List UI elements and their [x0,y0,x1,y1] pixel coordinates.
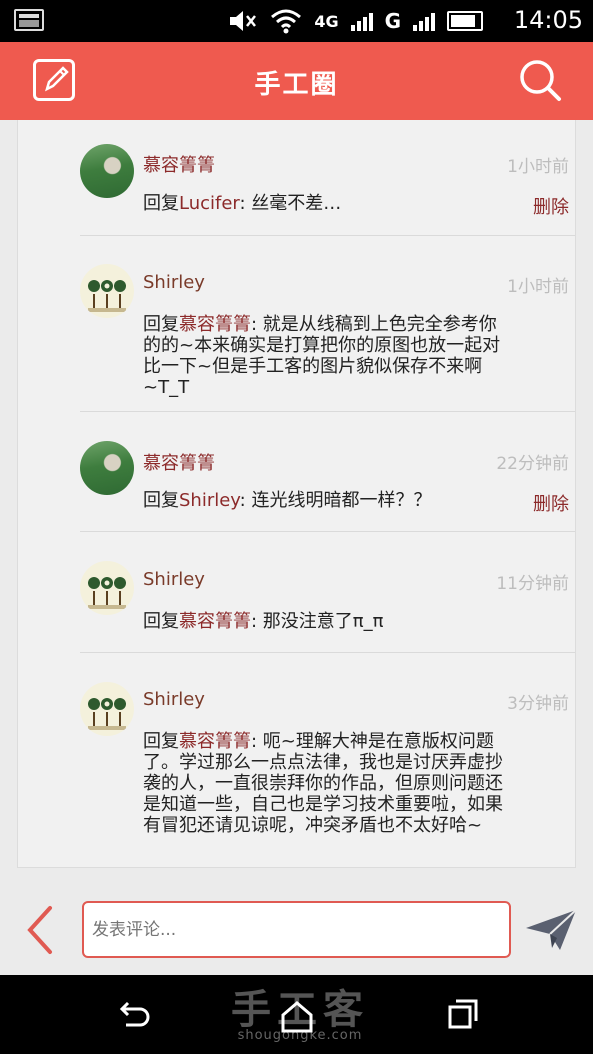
comment-body: : 丝毫不差… [239,193,342,214]
nav-back-button[interactable] [114,997,154,1037]
wifi-icon [270,8,302,34]
comment-time: 1小时前 [507,157,569,177]
send-button[interactable] [524,908,578,952]
divider [80,411,575,412]
avatar[interactable] [80,441,134,495]
reply-prefix: 回复 [143,193,179,214]
divider [80,531,575,532]
status-time: 14:05 [513,6,583,34]
reply-mention[interactable]: 慕容箐箐 [179,611,251,632]
reply-prefix: 回复 [143,314,179,335]
comment-body: : 连光线明暗都一样？？ [239,490,432,511]
battery-icon [447,11,483,31]
reply-prefix: 回复 [143,611,179,632]
nav-recents-button[interactable] [444,997,484,1037]
page-title: 手工圈 [254,70,339,100]
comment-username[interactable]: Shirley [143,272,205,293]
comment-time: 22分钟前 [496,454,569,474]
comment-time: 3分钟前 [507,694,569,714]
avatar[interactable] [80,264,134,318]
reply-mention[interactable]: 慕容箐箐 [179,731,251,752]
home-icon [281,1001,313,1033]
search-button[interactable] [516,56,564,104]
signal-strength-1-icon [350,11,373,31]
reply-mention[interactable]: Shirley [179,490,240,511]
comment-time: 11分钟前 [496,574,569,594]
carrier-letter: G [384,9,401,33]
search-icon [520,60,561,101]
send-icon [526,909,577,950]
reply-prefix: 回复 [143,490,179,511]
flower-avatar-icon [88,577,126,609]
system-nav-bar: 手工客 shougongke.com [0,975,593,1054]
divider [80,235,575,236]
signal-strength-2-icon [413,11,435,31]
comment-username[interactable]: 慕容箐箐 [143,151,215,177]
comment-input-bar [0,884,593,975]
back-arrow-icon [119,1001,150,1027]
comment-text: 回复慕容箐箐: 就是从线稿到上色完全参考你的的~本来确实是打算把你的原图也放一起… [143,314,513,398]
recent-apps-icon [448,999,478,1029]
comment-text: 回复慕容箐箐: 那没注意了π_π [143,611,513,632]
mute-icon [228,9,258,33]
screenshot-notification-icon [14,9,44,31]
comment-time: 1小时前 [507,277,569,297]
comment-text: 回复慕容箐箐: 呃~理解大神是在意版权问题了。学过那么一点点法律，我也是讨厌弄虚… [143,731,513,836]
nav-home-button[interactable] [277,997,317,1037]
app-header: 手工圈 [0,42,593,120]
comment-body: : 那没注意了π_π [251,611,384,632]
comment-username[interactable]: 慕容箐箐 [143,449,215,475]
back-button[interactable] [22,904,58,956]
avatar[interactable] [80,144,134,198]
avatar[interactable] [80,682,134,736]
status-icons: 4G G [228,6,483,36]
chevron-left-icon [27,906,52,954]
reply-prefix: 回复 [143,731,179,752]
comment-text: 回复Lucifer: 丝毫不差… [143,193,513,214]
reply-mention[interactable]: 慕容箐箐 [179,314,251,335]
flower-avatar-icon [88,280,126,312]
divider [80,652,575,653]
comments-list: 慕容箐箐 1小时前 回复Lucifer: 丝毫不差… 删除 Shirley 1小… [17,120,576,868]
status-bar: 4G G 14:05 [0,0,593,42]
avatar[interactable] [80,561,134,615]
comment-username[interactable]: Shirley [143,689,205,710]
comment-username[interactable]: Shirley [143,569,205,590]
network-type-label: 4G [314,11,339,31]
flower-avatar-icon [88,698,126,730]
delete-button[interactable]: 删除 [533,490,569,516]
delete-button[interactable]: 删除 [533,193,569,219]
comment-input[interactable] [82,901,511,958]
reply-mention[interactable]: Lucifer [179,193,240,214]
comment-text: 回复Shirley: 连光线明暗都一样？？ [143,490,513,511]
